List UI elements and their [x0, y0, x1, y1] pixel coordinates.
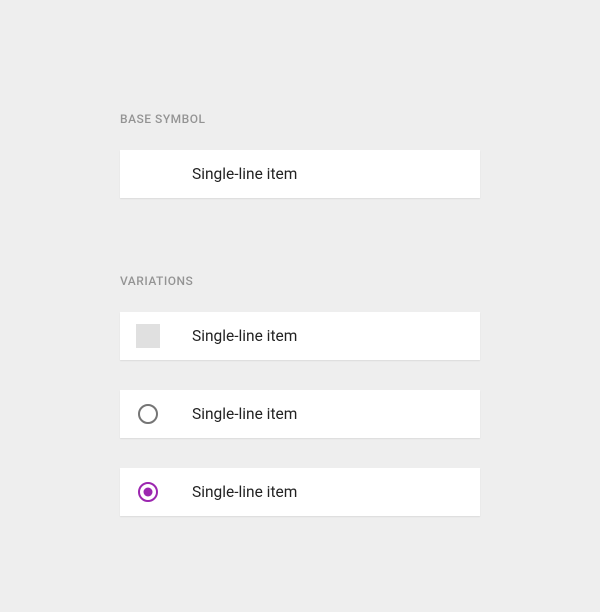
list-item-variation-radio-unchecked[interactable]: Single-line item [120, 390, 480, 438]
radio-unchecked-icon [136, 402, 160, 426]
list-item-label: Single-line item [192, 390, 297, 438]
page: BASE SYMBOL Single-line item VARIATIONS … [0, 0, 600, 516]
list-item-label: Single-line item [192, 468, 297, 516]
section-header-variations: VARIATIONS [120, 274, 480, 288]
radio-checked-icon [136, 480, 160, 504]
section-header-base: BASE SYMBOL [120, 112, 480, 126]
square-placeholder-icon [136, 324, 160, 348]
list-item-variation-radio-checked[interactable]: Single-line item [120, 468, 480, 516]
leading-slot [120, 324, 192, 348]
list-item-base[interactable]: Single-line item [120, 150, 480, 198]
list-item-variation-square[interactable]: Single-line item [120, 312, 480, 360]
leading-slot [120, 402, 192, 426]
list-item-label: Single-line item [192, 312, 297, 360]
list-item-label: Single-line item [192, 150, 297, 198]
leading-slot [120, 480, 192, 504]
